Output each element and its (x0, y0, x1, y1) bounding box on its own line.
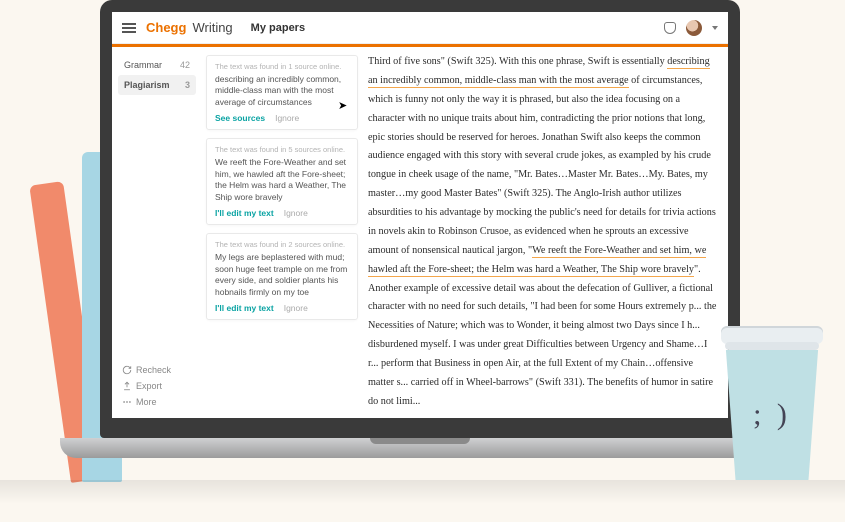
sidebar-item-grammar[interactable]: Grammar 42 (118, 55, 196, 75)
refresh-icon (122, 365, 132, 375)
brand-writing: Writing (192, 20, 232, 35)
sidebar-item-label: Plagiarism (124, 80, 170, 90)
recheck-button[interactable]: Recheck (118, 362, 196, 378)
card-excerpt: My legs are beplastered with mud; soon h… (215, 252, 349, 298)
card-excerpt: describing an incredibly common, middle-… (215, 74, 349, 108)
sidebar: Grammar 42 Plagiarism 3 Recheck (112, 47, 202, 418)
export-label: Export (136, 381, 162, 391)
doc-text: ". Another example of excessive detail w… (368, 264, 716, 407)
doc-text: Third of five sons" (Swift 325). With th… (368, 56, 667, 67)
ignore-button[interactable]: Ignore (284, 208, 308, 218)
app-screen: Chegg Writing My papers Grammar 42 Plagi… (112, 12, 728, 418)
card-meta: The text was found in 1 source online. (215, 62, 349, 71)
page-title: My papers (251, 22, 305, 34)
chevron-down-icon[interactable] (712, 26, 718, 30)
doc-text: of circumstances, which is funny not onl… (368, 75, 716, 256)
coffee-cup: ; ) (717, 326, 827, 486)
recheck-label: Recheck (136, 365, 171, 375)
avatar[interactable] (686, 20, 702, 36)
document-text[interactable]: Third of five sons" (Swift 325). With th… (362, 47, 728, 418)
sidebar-item-count: 3 (185, 80, 190, 90)
ignore-button[interactable]: Ignore (275, 113, 299, 123)
menu-icon[interactable] (122, 23, 136, 33)
card-meta: The text was found in 5 sources online. (215, 145, 349, 154)
laptop-frame: Chegg Writing My papers Grammar 42 Plagi… (100, 0, 740, 458)
bell-icon[interactable] (664, 22, 676, 34)
more-label: More (136, 397, 157, 407)
issue-card[interactable]: The text was found in 2 sources online. … (206, 233, 358, 320)
sidebar-item-label: Grammar (124, 60, 162, 70)
ignore-button[interactable]: Ignore (284, 303, 308, 313)
cup-face: ; ) (753, 398, 791, 432)
card-meta: The text was found in 2 sources online. (215, 240, 349, 249)
see-sources-button[interactable]: See sources (215, 113, 265, 123)
issue-cards-column: ➤ The text was found in 1 source online.… (202, 47, 362, 418)
sidebar-item-plagiarism[interactable]: Plagiarism 3 (118, 75, 196, 95)
card-excerpt: We reeft the Fore-Weather and set him, w… (215, 157, 349, 203)
edit-text-button[interactable]: I'll edit my text (215, 208, 274, 218)
issue-card[interactable]: The text was found in 1 source online. d… (206, 55, 358, 130)
export-icon (122, 381, 132, 391)
more-button[interactable]: More (118, 394, 196, 410)
export-button[interactable]: Export (118, 378, 196, 394)
sidebar-item-count: 42 (180, 60, 190, 70)
brand-chegg: Chegg (146, 20, 186, 35)
laptop-base (60, 438, 780, 458)
issue-card[interactable]: The text was found in 5 sources online. … (206, 138, 358, 225)
dots-icon (122, 397, 132, 407)
app-header: Chegg Writing My papers (112, 12, 728, 44)
edit-text-button[interactable]: I'll edit my text (215, 303, 274, 313)
